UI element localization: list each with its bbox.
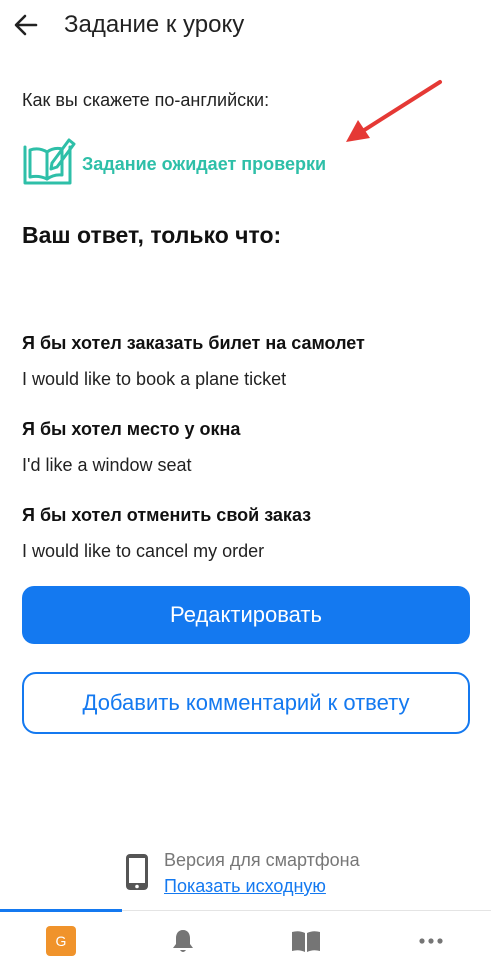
smartphone-version-label: Версия для смартфона <box>164 850 360 870</box>
list-item: Я бы хотел место у окна I'd like a windo… <box>22 417 472 477</box>
book-icon <box>292 930 320 952</box>
more-icon <box>419 937 443 944</box>
nav-item-notifications[interactable] <box>122 911 244 969</box>
bell-icon <box>173 929 193 952</box>
show-original-link[interactable]: Показать исходную <box>164 875 326 897</box>
edit-button[interactable]: Редактировать <box>22 586 470 644</box>
answer-text: I would like to book a plane ticket <box>22 369 287 389</box>
book-pencil-icon <box>23 138 76 185</box>
question-text: Я бы хотел место у окна <box>22 419 241 439</box>
nav-item-profile[interactable]: G <box>0 911 122 969</box>
question-text: Я бы хотел отменить свой заказ <box>22 505 312 525</box>
answer-text: I would like to cancel my order <box>22 541 265 561</box>
page-title: Задание к уроку <box>64 11 245 38</box>
list-item: Я бы хотел заказать билет на самолет I w… <box>22 331 472 391</box>
add-comment-button[interactable]: Добавить комментарий к ответу <box>22 672 470 734</box>
nav-item-more[interactable] <box>370 911 491 969</box>
arrow-left-icon[interactable] <box>10 9 42 41</box>
bottom-nav: G <box>0 909 491 969</box>
task-question: Как вы скажете по-английски: <box>22 90 270 110</box>
smartphone-icon <box>126 854 148 890</box>
nav-item-lessons[interactable] <box>245 911 367 969</box>
list-item: Я бы хотел отменить свой заказ I would l… <box>22 503 472 563</box>
answer-heading: Ваш ответ, только что: <box>22 222 282 248</box>
annotation-arrow-icon <box>346 80 442 142</box>
app-header: Задание к уроку <box>0 0 491 50</box>
answer-text: I'd like a window seat <box>22 455 192 475</box>
avatar: G <box>46 925 76 956</box>
status-text: Задание ожидает проверки <box>82 154 327 174</box>
question-text: Я бы хотел заказать билет на самолет <box>22 333 365 353</box>
